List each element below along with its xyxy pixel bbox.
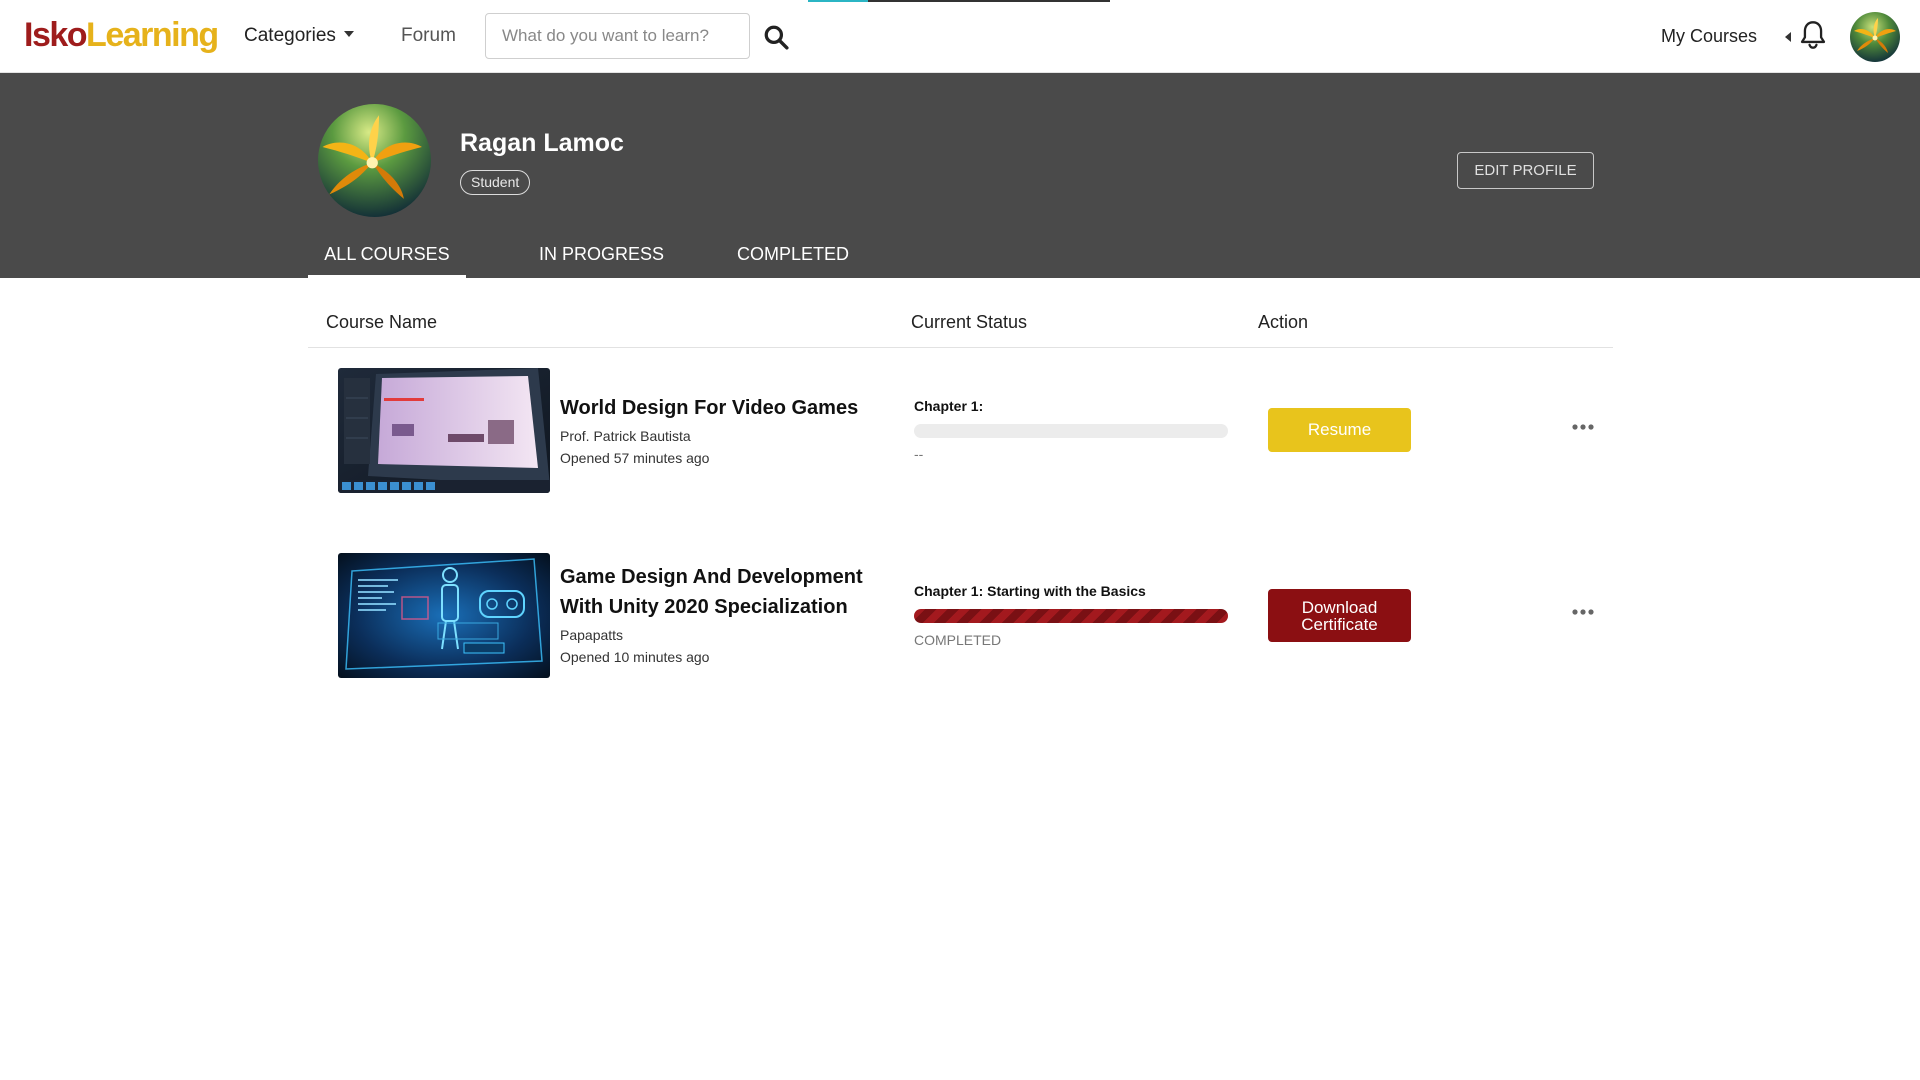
- logo-text-isko: Isko: [24, 16, 88, 54]
- course-status: COMPLETED: [914, 632, 1002, 648]
- table-row: Game Design And Development With Unity 2…: [308, 553, 1613, 679]
- current-chapter: Chapter 1:: [914, 398, 984, 414]
- course-author: Papapatts: [560, 627, 624, 643]
- categories-label: Categories: [244, 25, 336, 46]
- course-thumbnail[interactable]: [338, 368, 550, 493]
- chevron-left-icon[interactable]: [1785, 32, 1791, 42]
- course-progress-bar: [914, 609, 1228, 623]
- course-title[interactable]: Game Design And Development With Unity 2…: [560, 562, 910, 622]
- role-badge: Student: [460, 170, 531, 195]
- forum-link[interactable]: Forum: [401, 22, 456, 50]
- column-header-current-status: Current Status: [911, 312, 1028, 332]
- logo-text-learning: Learning: [86, 16, 219, 54]
- course-author: Prof. Patrick Bautista: [560, 428, 691, 444]
- courses-table-header: Course Name Current Status Action: [308, 304, 1613, 348]
- search-icon[interactable]: [763, 24, 789, 50]
- tab-all-courses[interactable]: ALL COURSES: [308, 238, 466, 278]
- table-row: World Design For Video Games Prof. Patri…: [308, 368, 1613, 494]
- more-options-icon[interactable]: [1572, 607, 1594, 617]
- download-certificate-button[interactable]: Download Certificate: [1268, 589, 1411, 642]
- categories-dropdown[interactable]: Categories: [244, 22, 354, 50]
- profile-banner: Ragan Lamoc Student EDIT PROFILE ALL COU…: [0, 73, 1920, 278]
- course-progress-bar: [914, 424, 1228, 438]
- page-loading-bar: [808, 0, 1110, 2]
- course-opened-time: Opened 10 minutes ago: [560, 649, 710, 665]
- progress-fill: [914, 609, 1228, 623]
- edit-profile-button[interactable]: EDIT PROFILE: [1457, 152, 1594, 189]
- course-status: --: [914, 446, 924, 462]
- current-chapter: Chapter 1: Starting with the Basics: [914, 583, 1146, 599]
- course-thumbnail[interactable]: [338, 553, 550, 678]
- user-avatar[interactable]: [1850, 12, 1900, 62]
- profile-name: Ragan Lamoc: [460, 129, 624, 157]
- tab-completed[interactable]: COMPLETED: [704, 238, 882, 278]
- tab-in-progress[interactable]: IN PROGRESS: [508, 238, 695, 278]
- more-options-icon[interactable]: [1572, 422, 1594, 432]
- course-title[interactable]: World Design For Video Games: [560, 393, 890, 423]
- bell-icon[interactable]: [1799, 20, 1827, 50]
- column-header-course-name: Course Name: [326, 312, 438, 332]
- caret-down-icon: [343, 30, 354, 37]
- profile-avatar: [318, 104, 431, 217]
- resume-button[interactable]: Resume: [1268, 408, 1411, 452]
- search-input[interactable]: [485, 13, 750, 59]
- site-logo[interactable]: IskoLearning: [24, 13, 219, 57]
- column-header-action: Action: [1258, 312, 1309, 332]
- course-opened-time: Opened 57 minutes ago: [560, 450, 710, 466]
- my-courses-link[interactable]: My Courses: [1661, 22, 1757, 50]
- top-navbar: IskoLearning Categories Forum My Courses: [0, 0, 1920, 73]
